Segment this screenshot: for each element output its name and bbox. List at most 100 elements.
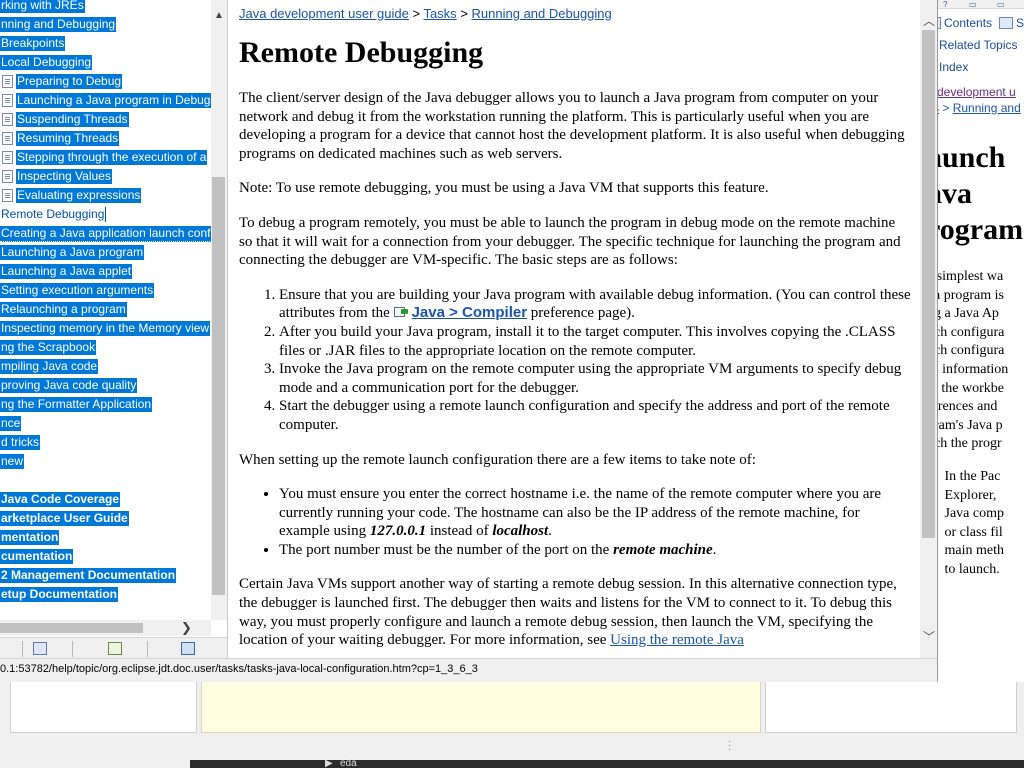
- preference-link-icon: [393, 306, 409, 318]
- bullet-item: You must ensure you enter the correct ho…: [279, 485, 911, 541]
- toc-item[interactable]: Launching a Java applet: [0, 262, 211, 281]
- toc-item-label: Launching a Java program: [0, 245, 145, 260]
- content-scroll-thumb[interactable]: [922, 30, 935, 538]
- alt-text: Certain Java VMs support another way of …: [239, 576, 897, 649]
- search-icon: [999, 17, 1013, 29]
- toc-item[interactable]: rking with JREs: [0, 0, 211, 15]
- toc-item-label: Local Debugging: [0, 55, 93, 70]
- bullet-text: instead of: [426, 523, 493, 540]
- alt-paragraph: Certain Java VMs support another way of …: [239, 575, 911, 649]
- toc-item-label: d tricks: [0, 435, 41, 450]
- toc-item[interactable]: cumentation: [0, 547, 211, 566]
- topic-page-icon: [2, 94, 13, 107]
- toc-item[interactable]: ng the Scrapbook: [0, 338, 211, 357]
- toc-item[interactable]: [0, 471, 211, 490]
- toc-item[interactable]: etup Documentation: [0, 585, 211, 604]
- java-compiler-link[interactable]: Java > Compiler: [412, 304, 527, 321]
- taskbar-play-icon[interactable]: ▶: [325, 758, 333, 769]
- scroll-right-icon[interactable]: ❯: [181, 620, 192, 636]
- toc-item[interactable]: Inspecting Values: [0, 167, 211, 186]
- toc-item[interactable]: mentation: [0, 528, 211, 547]
- steps-list: Ensure that you are building your Java p…: [239, 286, 911, 435]
- bullet-text: The port number must be the number of th…: [279, 541, 614, 558]
- toc-item[interactable]: Creating a Java application launch confi: [0, 224, 211, 243]
- toc-item[interactable]: Launching a Java program: [0, 243, 211, 262]
- toc-item[interactable]: proving Java code quality: [0, 376, 211, 395]
- toc-item-label: arketplace User Guide: [0, 511, 129, 526]
- notes-list: You must ensure you enter the correct ho…: [239, 485, 911, 559]
- scroll-up-icon[interactable]: ︿: [923, 12, 935, 29]
- toc-toolbar: [0, 637, 227, 659]
- toc-item[interactable]: Evaluating expressions: [0, 186, 211, 205]
- toc-item-label: Preparing to Debug: [16, 74, 123, 89]
- bg-breadcrumb-link-guide[interactable]: a development u: [927, 85, 1016, 99]
- topic-content: Java development user guide > Tasks > Ru…: [228, 0, 920, 658]
- toc-item[interactable]: Preparing to Debug: [0, 72, 211, 91]
- toc-item[interactable]: Setting execution arguments: [0, 281, 211, 300]
- toc-item[interactable]: Stepping through the execution of a: [0, 148, 211, 167]
- toc-item[interactable]: d tricks: [0, 433, 211, 452]
- resize-grip[interactable]: · · ·: [728, 737, 731, 755]
- toc-item[interactable]: nce: [0, 414, 211, 433]
- bg-page-title: aunch ava rogram: [927, 141, 1024, 246]
- toc-item[interactable]: ng the Formatter Application: [0, 395, 211, 414]
- help-icon[interactable]: ?: [943, 0, 955, 9]
- toc-item[interactable]: Resuming Threads: [0, 129, 211, 148]
- toolbar-separator: [72, 641, 73, 657]
- bg-tab-search-label: Search: [1016, 16, 1024, 30]
- toc-item[interactable]: Local Debugging: [0, 53, 211, 72]
- toc-item[interactable]: new: [0, 452, 211, 471]
- topic-page-icon: [2, 189, 13, 202]
- bg-tab-related[interactable]: Related Topics: [927, 38, 1018, 52]
- toc-panel: rking with JREs nning and Debugging Breakp…: [0, 0, 228, 659]
- scroll-up-icon[interactable]: ▲: [214, 10, 224, 21]
- taskbar: ▶ eda: [190, 758, 1024, 769]
- remote-java-link[interactable]: Using the remote Java: [610, 632, 744, 648]
- content-vertical-scrollbar[interactable]: ︿ ﹀: [920, 0, 937, 658]
- toc-item-label: Inspecting memory in the Memory view: [0, 321, 211, 336]
- toc-scroll-thumb[interactable]: [212, 177, 225, 595]
- print-icon[interactable]: ▭: [969, 0, 981, 9]
- toc-book-icon[interactable]: [181, 642, 195, 655]
- background-panels: · · ·: [0, 682, 1024, 768]
- toc-item[interactable]: arketplace User Guide: [0, 509, 211, 528]
- toc-item[interactable]: Inspecting memory in the Memory view: [0, 319, 211, 338]
- toc-edit-icon[interactable]: [108, 642, 122, 655]
- bullet-item: The port number must be the number of th…: [279, 541, 911, 560]
- toc-hscroll-thumb[interactable]: [0, 623, 143, 633]
- toc-item[interactable]: Launching a Java program in Debug: [0, 91, 211, 110]
- background-panel-right: [765, 682, 1017, 733]
- toolbar-separator: [147, 641, 148, 657]
- taskbar-label[interactable]: eda: [340, 758, 357, 769]
- toc-item-selected[interactable]: Remote Debugging: [0, 205, 211, 224]
- toc-item[interactable]: Breakpoints: [0, 34, 211, 53]
- toc-calendar-icon[interactable]: [33, 642, 47, 655]
- toc-item[interactable]: nning and Debugging: [0, 15, 211, 34]
- bg-breadcrumb-link-running[interactable]: Running and: [953, 101, 1021, 115]
- bg-tab-search[interactable]: Search: [999, 16, 1024, 30]
- toc-item[interactable]: mpiling Java code: [0, 357, 211, 376]
- bullet-text: .: [548, 523, 552, 540]
- topic-page-icon: [2, 75, 13, 88]
- breadcrumb-link-guide[interactable]: Java development user guide: [239, 6, 409, 21]
- toc-vertical-scrollbar[interactable]: ▲: [211, 0, 227, 620]
- toc-item[interactable]: Relaunching a program: [0, 300, 211, 319]
- breadcrumb-link-tasks[interactable]: Tasks: [423, 6, 456, 21]
- step-item: Ensure that you are building your Java p…: [279, 286, 911, 323]
- breadcrumb: Java development user guide > Tasks > Ru…: [239, 6, 911, 21]
- toc-item[interactable]: Java Code Coverage: [0, 490, 211, 509]
- ip-example: 127.0.0.1: [369, 523, 427, 540]
- bookmark-icon[interactable]: ▭: [997, 0, 1009, 9]
- toc-horizontal-scrollbar[interactable]: ❯: [0, 620, 211, 636]
- toc-item-label: mentation: [0, 530, 60, 545]
- toc-item[interactable]: Suspending Threads: [0, 110, 211, 129]
- bg-paragraph: e simplest wa va program is ng a Java Ap…: [927, 269, 1009, 452]
- toc-item-label: Resuming Threads: [16, 131, 120, 146]
- status-url: 0.1:53782/help/topic/org.eclipse.jdt.doc…: [0, 663, 478, 675]
- breadcrumb-link-running[interactable]: Running and Debugging: [472, 6, 612, 21]
- scroll-down-icon[interactable]: ﹀: [923, 628, 935, 645]
- step-item: Invoke the Java program on the remote co…: [279, 360, 911, 397]
- toc-item[interactable]: 2 Management Documentation: [0, 566, 211, 585]
- setup-paragraph: When setting up the remote launch config…: [239, 451, 756, 468]
- toc-item-label: rking with JREs: [0, 0, 85, 13]
